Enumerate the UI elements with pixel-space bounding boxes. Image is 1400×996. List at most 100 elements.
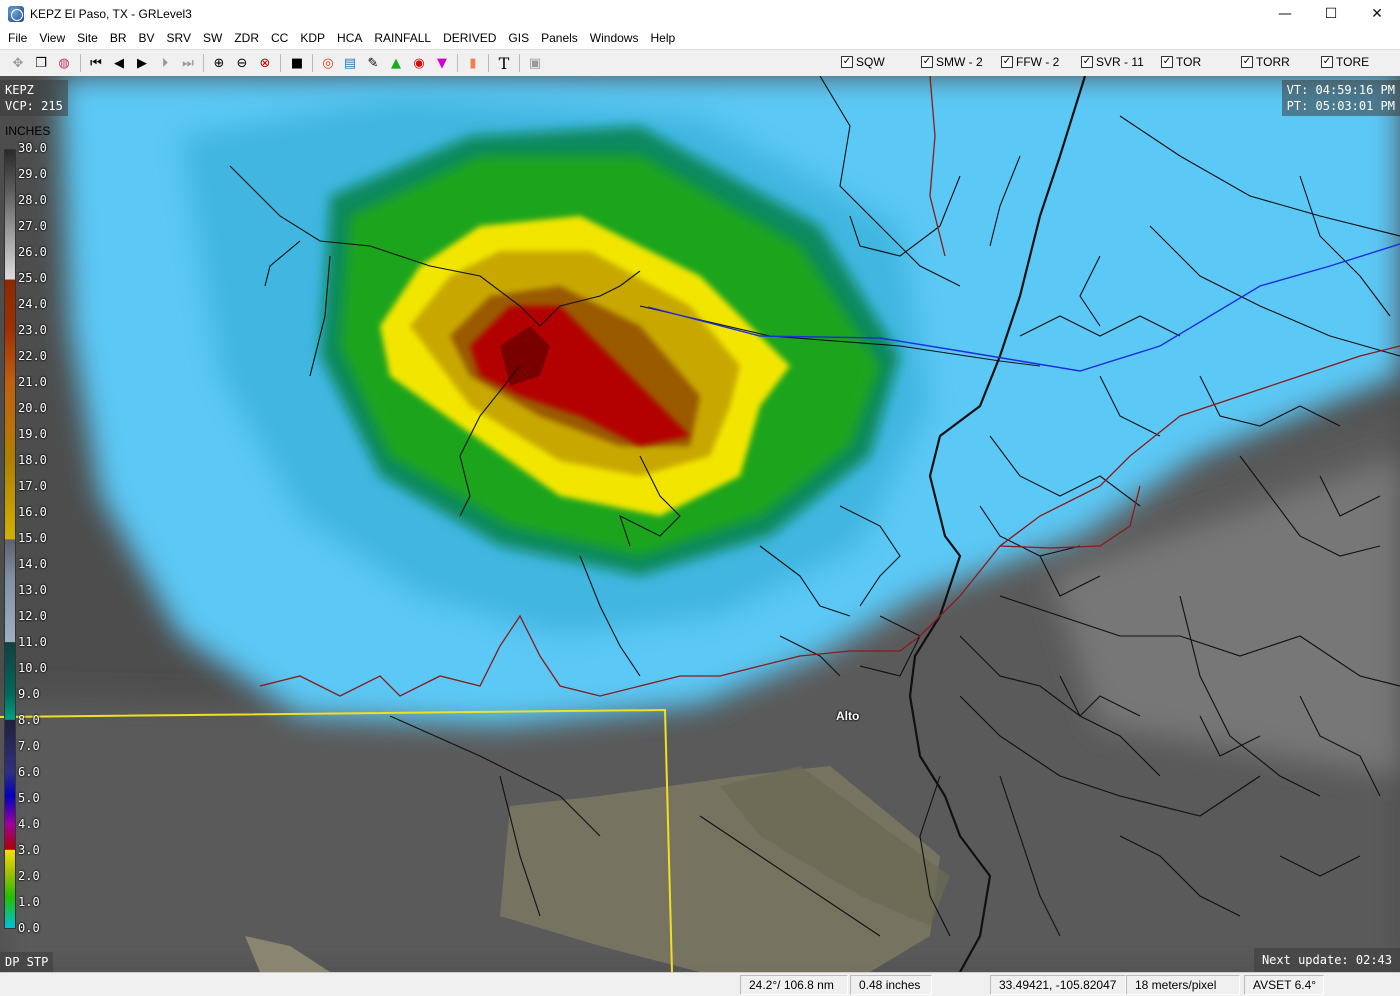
legend-label: 10.0 — [18, 661, 47, 675]
inspect-icon[interactable]: ✎ — [363, 53, 383, 73]
warning-toggle-sqw[interactable]: ✓ SQW — [841, 55, 885, 69]
legend-label: 28.0 — [18, 193, 47, 207]
legend-label: 27.0 — [18, 219, 47, 233]
toolbar-separator — [203, 54, 204, 72]
legend-label: 26.0 — [18, 245, 47, 259]
checkbox-icon[interactable]: ✓ — [1081, 56, 1093, 68]
menu-hca[interactable]: HCA — [331, 28, 368, 48]
legend-label: 20.0 — [18, 401, 47, 415]
menu-bv[interactable]: BV — [133, 28, 161, 48]
legend-label: 18.0 — [18, 453, 47, 467]
panel-icon[interactable]: ▣ — [525, 53, 545, 73]
circle-icon[interactable]: ◉ — [409, 53, 429, 73]
stop-icon[interactable]: ■ — [287, 53, 307, 73]
product-time: PT: 05:03:01 PM — [1286, 99, 1395, 113]
site-id: KEPZ — [5, 83, 34, 97]
menu-br[interactable]: BR — [104, 28, 133, 48]
legend-units: INCHES — [5, 124, 51, 138]
app-icon — [8, 6, 24, 22]
globe-icon[interactable]: ◍ — [54, 53, 74, 73]
menu-rainfall[interactable]: RAINFALL — [368, 28, 437, 48]
zoom-reset-icon[interactable]: ⊗ — [255, 53, 275, 73]
legend-label: 25.0 — [18, 271, 47, 285]
checkbox-icon[interactable]: ✓ — [1321, 56, 1333, 68]
warning-label: TOR — [1176, 55, 1202, 69]
legend-label: 14.0 — [18, 557, 47, 571]
copy-icon[interactable]: ❐ — [31, 53, 51, 73]
legend-label: 5.0 — [18, 791, 40, 805]
play-icon[interactable]: ▶ — [132, 53, 152, 73]
next-update-label: Next update: 02:43 — [1253, 948, 1400, 972]
menu-help[interactable]: Help — [644, 28, 681, 48]
status-bar: 24.2°/ 106.8 nm 0.48 inches 33.49421, -1… — [0, 972, 1400, 996]
last-frame-icon[interactable]: ⏭ — [178, 53, 198, 73]
city-label-alto: Alto — [836, 709, 860, 723]
legend-label: 17.0 — [18, 479, 47, 493]
menu-kdp[interactable]: KDP — [294, 28, 331, 48]
pan-icon[interactable]: ✥ — [8, 53, 28, 73]
checkbox-icon[interactable]: ✓ — [1001, 56, 1013, 68]
status-avset: AVSET 6.4° — [1244, 975, 1324, 995]
menu-site[interactable]: Site — [71, 28, 104, 48]
status-value: 0.48 inches — [850, 975, 932, 995]
menu-zdr[interactable]: ZDR — [228, 28, 265, 48]
menu-derived[interactable]: DERIVED — [437, 28, 502, 48]
menu-cc[interactable]: CC — [265, 28, 294, 48]
menu-windows[interactable]: Windows — [584, 28, 645, 48]
menu-sw[interactable]: SW — [197, 28, 228, 48]
zoom-in-icon[interactable]: ⊕ — [209, 53, 229, 73]
legend-label: 15.0 — [18, 531, 47, 545]
maximize-button[interactable]: ☐ — [1308, 0, 1354, 28]
legend-label: 8.0 — [18, 713, 40, 727]
warning-toggle-tor[interactable]: ✓ TOR — [1161, 55, 1201, 69]
inverted-triangle-icon[interactable]: ▼ — [432, 53, 452, 73]
legend-icon[interactable]: ▤ — [340, 53, 360, 73]
checkbox-icon[interactable]: ✓ — [921, 56, 933, 68]
triangle-icon[interactable]: ▲ — [386, 53, 406, 73]
minimize-button[interactable]: — — [1262, 0, 1308, 28]
warning-toggle-tore[interactable]: ✓ TORE — [1321, 55, 1369, 69]
zoom-out-icon[interactable]: ⊖ — [232, 53, 252, 73]
legend-label: 7.0 — [18, 739, 40, 753]
checkbox-icon[interactable]: ✓ — [1241, 56, 1253, 68]
toolbar-separator — [457, 54, 458, 72]
radar-map-view[interactable]: KEPZ VCP: 215 VT: 04:59:16 PM PT: 05:03:… — [0, 76, 1400, 972]
prev-frame-icon[interactable]: ◀ — [109, 53, 129, 73]
legend-label: 2.0 — [18, 869, 40, 883]
checkbox-icon[interactable]: ✓ — [841, 56, 853, 68]
warning-label: SQW — [856, 55, 885, 69]
warning-toggle-smw[interactable]: ✓ SMW - 2 — [921, 55, 983, 69]
close-button[interactable]: ✕ — [1354, 0, 1400, 28]
warning-label: TORE — [1336, 55, 1370, 69]
first-frame-icon[interactable]: ⏮ — [86, 53, 106, 73]
toolbar-separator — [80, 54, 81, 72]
warning-toggle-svr[interactable]: ✓ SVR - 11 — [1081, 55, 1144, 69]
text-icon[interactable]: T — [494, 53, 514, 73]
menu-view[interactable]: View — [33, 28, 71, 48]
legend-label: 22.0 — [18, 349, 47, 363]
radar-canvas[interactable] — [0, 76, 1400, 972]
toolbar-separator — [519, 54, 520, 72]
legend-label: 11.0 — [18, 635, 47, 649]
toolbar-separator — [312, 54, 313, 72]
warning-label: TORR — [1256, 55, 1290, 69]
storm-track-icon[interactable]: ◎ — [318, 53, 338, 73]
toolbar-separator — [488, 54, 489, 72]
legend-label: 9.0 — [18, 687, 40, 701]
next-frame-icon[interactable]: ⏵ — [155, 53, 175, 73]
legend-label: 6.0 — [18, 765, 40, 779]
legend-label: 16.0 — [18, 505, 47, 519]
menu-srv[interactable]: SRV — [161, 28, 197, 48]
menu-file[interactable]: File — [2, 28, 33, 48]
warning-toggle-ffw[interactable]: ✓ FFW - 2 — [1001, 55, 1059, 69]
warning-toggle-torr[interactable]: ✓ TORR — [1241, 55, 1290, 69]
legend-label: 19.0 — [18, 427, 47, 441]
checkbox-icon[interactable]: ✓ — [1161, 56, 1173, 68]
menu-gis[interactable]: GIS — [502, 28, 535, 48]
menu-panels[interactable]: Panels — [535, 28, 584, 48]
window-title: KEPZ El Paso, TX - GRLevel3 — [30, 7, 192, 21]
product-label: DP STP — [0, 952, 54, 972]
toolbar-separator — [280, 54, 281, 72]
warning-label: SVR - 11 — [1096, 55, 1144, 69]
orange-box-icon[interactable]: ▮ — [463, 53, 483, 73]
